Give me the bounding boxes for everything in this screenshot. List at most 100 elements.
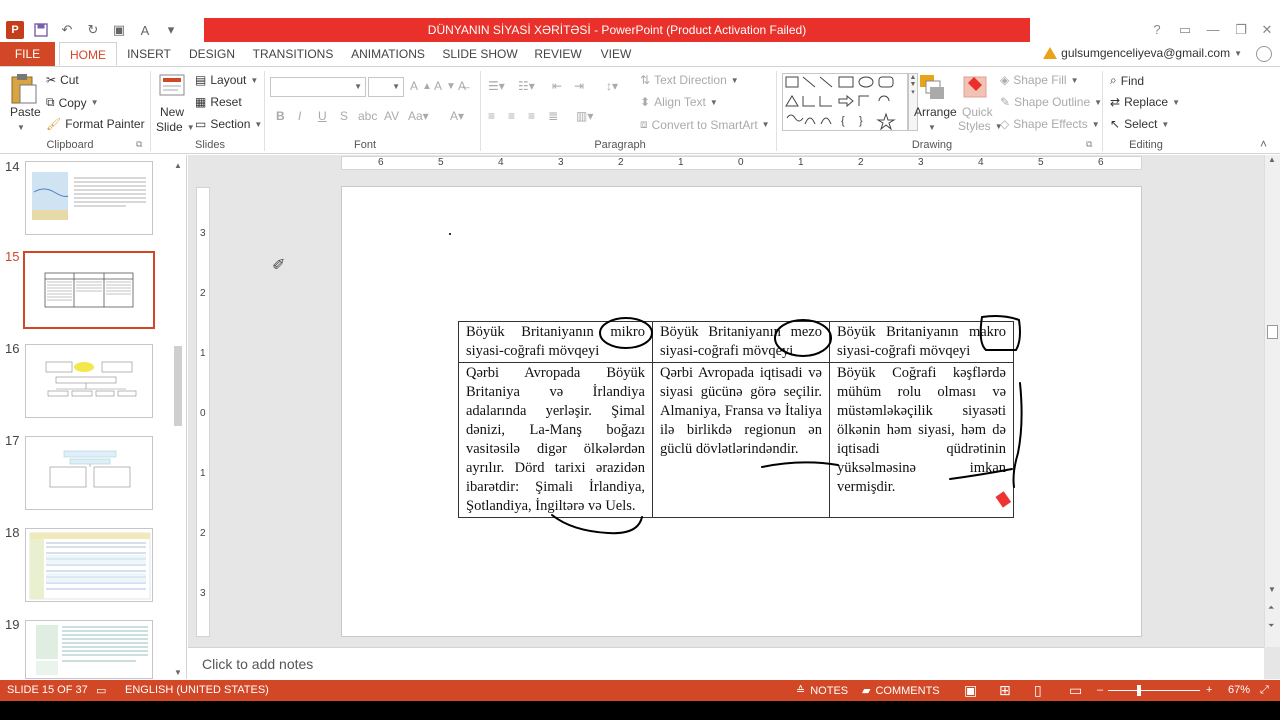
tab-file[interactable]: FILE: [0, 42, 55, 66]
fit-slide-icon[interactable]: ⤢: [1260, 684, 1269, 697]
replace-button[interactable]: ⇄ Replace ▼: [1110, 95, 1180, 109]
language-indicator[interactable]: ENGLISH (UNITED STATES): [125, 684, 269, 696]
help-icon[interactable]: ?: [1142, 18, 1172, 42]
quick-styles-icon[interactable]: [962, 73, 988, 104]
customize-qat-icon[interactable]: ▾: [162, 21, 180, 39]
quick-styles-button[interactable]: Styles ▼: [958, 119, 1003, 133]
slide-show-icon[interactable]: ▭: [1069, 682, 1082, 699]
collapse-ribbon-icon[interactable]: ˄: [1260, 137, 1267, 151]
scroll-up-icon[interactable]: ▲: [174, 161, 182, 170]
zoom-slider-thumb[interactable]: [1137, 685, 1141, 696]
columns-icon[interactable]: ▥▾: [576, 109, 593, 123]
slide-thumbnail-18[interactable]: [25, 528, 153, 602]
justify-icon[interactable]: ≣: [548, 109, 558, 123]
align-center-icon[interactable]: ≡: [508, 109, 515, 123]
scroll-down-icon[interactable]: ▼: [1268, 585, 1276, 594]
tab-slide-show[interactable]: SLIDE SHOW: [440, 42, 520, 66]
grow-font-icon[interactable]: A ▲: [410, 79, 432, 93]
cut-button[interactable]: ✂ Cut: [46, 73, 79, 87]
section-button[interactable]: ▭ Section ▼: [195, 117, 262, 131]
clear-formatting-icon[interactable]: A̶: [458, 79, 466, 93]
paste-dropdown-icon[interactable]: ▼: [17, 123, 25, 132]
slide-thumbnail-19[interactable]: [25, 620, 153, 679]
thumbnail-scroll-thumb[interactable]: [174, 346, 182, 426]
shape-fill-button[interactable]: ◈ Shape Fill ▼: [1000, 73, 1079, 87]
normal-view-icon[interactable]: ▣: [964, 682, 977, 699]
arrange-dropdown-icon[interactable]: ▼: [928, 123, 936, 132]
slide-scrollbar[interactable]: ▲ ▼ ⏶ ⏷: [1264, 155, 1280, 647]
previous-slide-icon[interactable]: ⏶: [1268, 603, 1274, 613]
bullets-icon[interactable]: ☰▾: [488, 79, 505, 93]
spelling-icon[interactable]: ▭: [96, 684, 106, 697]
paste-icon[interactable]: [10, 73, 38, 108]
vertical-ruler[interactable]: 3 2 1 0 1 2 3: [196, 187, 210, 637]
zoom-in-icon[interactable]: +: [1206, 684, 1212, 696]
scroll-up-icon[interactable]: ▲: [1268, 155, 1276, 164]
slide-thumbnail-17[interactable]: [25, 436, 153, 510]
change-case-icon[interactable]: Aa▾: [408, 109, 429, 123]
next-slide-icon[interactable]: ⏷: [1268, 621, 1274, 631]
numbering-icon[interactable]: ☷▾: [518, 79, 535, 93]
shadow-icon[interactable]: S: [340, 109, 348, 123]
line-spacing-icon[interactable]: ↕▾: [606, 79, 618, 93]
dialog-launcher-icon[interactable]: ⧉: [1086, 139, 1092, 150]
slide-scroll-thumb[interactable]: [1267, 325, 1278, 339]
redo-icon[interactable]: ↻: [84, 21, 102, 39]
zoom-slider[interactable]: [1108, 690, 1200, 691]
minimize-icon[interactable]: —: [1198, 18, 1228, 42]
user-avatar-icon[interactable]: [1256, 46, 1272, 62]
font-size-select[interactable]: ▼: [368, 77, 404, 97]
shapes-gallery-scroll[interactable]: ▲ ▼ ▾: [908, 73, 918, 131]
align-right-icon[interactable]: ≡: [528, 109, 535, 123]
account-area[interactable]: gulsumgenceliyeva@gmail.com ▼: [1043, 46, 1242, 60]
align-left-icon[interactable]: ≡: [488, 109, 495, 123]
zoom-out-icon[interactable]: –: [1097, 684, 1103, 696]
arrange-button[interactable]: Arrange: [914, 105, 957, 119]
tab-home[interactable]: HOME: [59, 42, 117, 66]
dialog-launcher-icon[interactable]: ⧉: [136, 139, 142, 150]
tab-view[interactable]: VIEW: [596, 42, 636, 66]
shape-effects-button[interactable]: ◇ Shape Effects ▼: [1000, 117, 1100, 131]
font-color-icon[interactable]: A▾: [450, 109, 464, 123]
arrange-icon[interactable]: [918, 73, 946, 106]
convert-smartart-button[interactable]: ⧈ Convert to SmartArt ▼: [640, 117, 770, 132]
reset-button[interactable]: ▦ Reset: [195, 95, 242, 109]
horizontal-ruler[interactable]: 6 5 4 3 2 1 0 1 2 3 4 5 6: [341, 156, 1142, 170]
shape-outline-button[interactable]: ✎ Shape Outline ▼: [1000, 95, 1102, 109]
paste-button[interactable]: Paste: [10, 105, 41, 119]
notes-pane[interactable]: Click to add notes: [188, 647, 1264, 679]
shrink-font-icon[interactable]: A ▼: [434, 79, 456, 93]
strikethrough-icon[interactable]: abc: [358, 109, 377, 123]
slide-sorter-icon[interactable]: ⊞: [999, 682, 1011, 699]
font-color-icon[interactable]: A: [136, 21, 154, 39]
slide-canvas[interactable]: Böyük Britaniyanın mikro siyasi-coğrafi …: [341, 186, 1142, 637]
tab-transitions[interactable]: TRANSITIONS: [250, 42, 336, 66]
shapes-gallery[interactable]: {}: [782, 73, 908, 131]
slide-thumbnail-16[interactable]: [25, 344, 153, 418]
new-slide-button[interactable]: Slide ▼: [156, 120, 195, 134]
new-slide-icon[interactable]: [158, 73, 186, 104]
quick-styles-label-1[interactable]: Quick: [962, 105, 993, 119]
font-family-select[interactable]: ▼: [270, 77, 366, 97]
bold-icon[interactable]: B: [276, 109, 285, 123]
increase-indent-icon[interactable]: ⇥: [574, 79, 584, 93]
tab-insert[interactable]: INSERT: [124, 42, 174, 66]
text-direction-button[interactable]: ⇅ Text Direction ▼: [640, 73, 739, 87]
copy-button[interactable]: ⧉ Copy ▼: [46, 95, 99, 110]
start-from-beginning-icon[interactable]: ▣: [110, 21, 128, 39]
notes-toggle[interactable]: ≙ NOTES: [796, 684, 848, 698]
tab-animations[interactable]: ANIMATIONS: [346, 42, 430, 66]
undo-icon[interactable]: ↶: [58, 21, 76, 39]
align-text-button[interactable]: ⬍ Align Text ▼: [640, 95, 718, 109]
scroll-down-icon[interactable]: ▼: [174, 668, 182, 677]
format-painter-button[interactable]: 🖌 Format Painter: [46, 117, 145, 131]
zoom-level[interactable]: 67%: [1228, 684, 1250, 696]
save-icon[interactable]: [32, 21, 50, 39]
character-spacing-icon[interactable]: AV: [384, 109, 399, 123]
thumbnail-scrollbar[interactable]: ▲ ▼: [172, 161, 184, 677]
decrease-indent-icon[interactable]: ⇤: [552, 79, 562, 93]
notes-placeholder[interactable]: Click to add notes: [202, 656, 313, 672]
close-icon[interactable]: ✕: [1252, 18, 1280, 42]
ribbon-display-options-icon[interactable]: ▭: [1170, 18, 1200, 42]
tab-review[interactable]: REVIEW: [530, 42, 586, 66]
